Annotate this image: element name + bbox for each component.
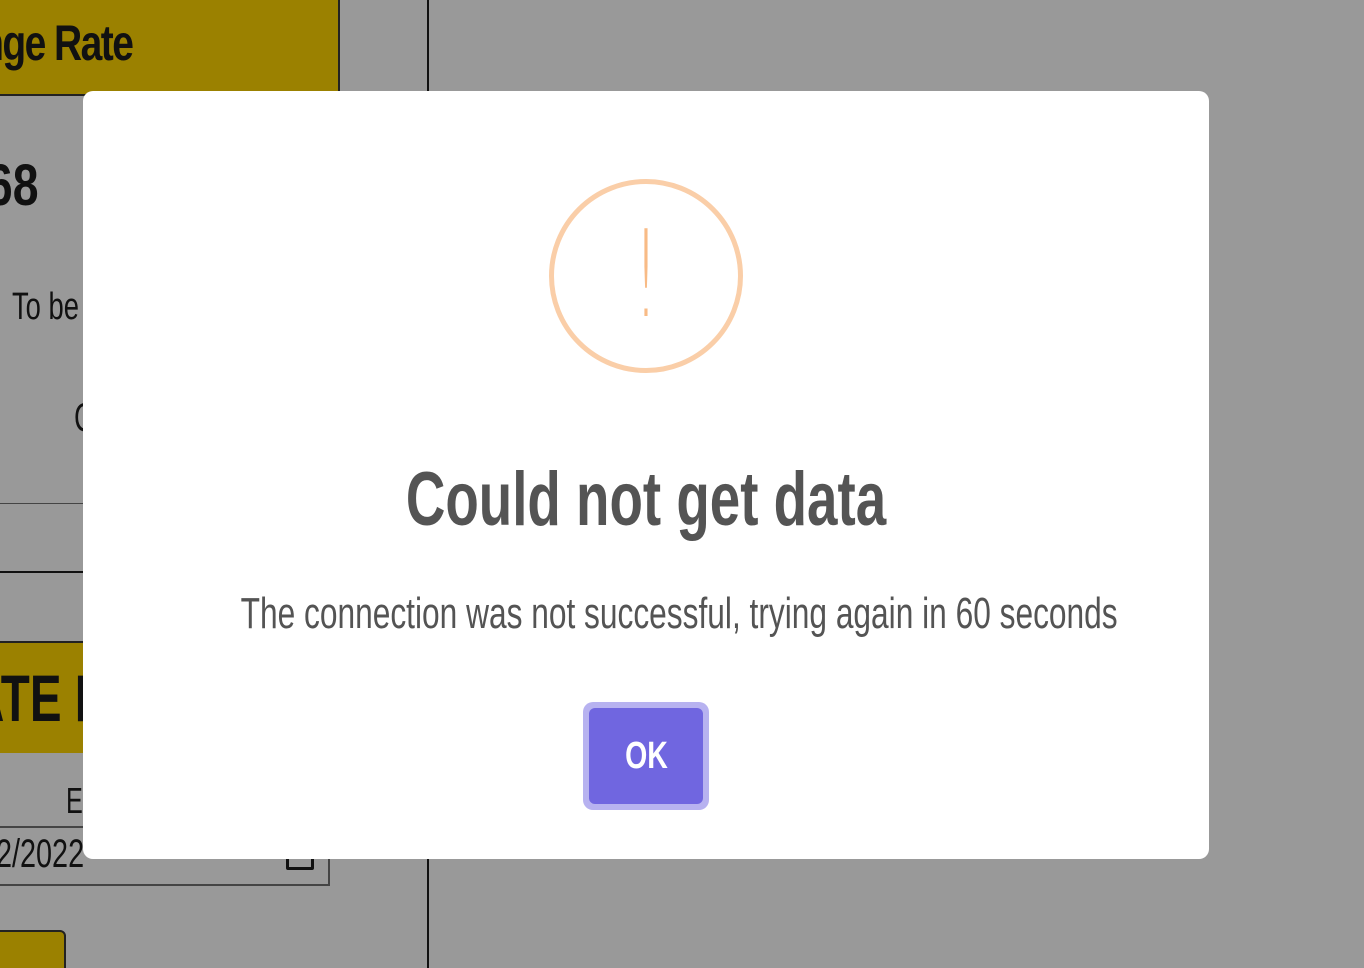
alert-dialog: ! Could not get data The connection was … bbox=[83, 91, 1209, 859]
ok-button[interactable]: OK bbox=[589, 708, 703, 804]
rate-value: .68 bbox=[0, 153, 39, 218]
exclamation-icon: ! bbox=[632, 206, 660, 345]
ok-button-focus-ring: OK bbox=[583, 702, 709, 810]
dialog-title: Could not get data bbox=[405, 457, 887, 542]
exchange-rate-title: ange Rate bbox=[0, 15, 134, 71]
date-input-value: 2/2022 bbox=[0, 832, 85, 876]
date-field-label: E bbox=[66, 780, 83, 821]
rate-caption: To be bbox=[12, 286, 79, 328]
submit-button[interactable] bbox=[0, 930, 66, 968]
divider-thin bbox=[0, 503, 90, 504]
ok-button-label: OK bbox=[624, 734, 668, 777]
warning-icon: ! bbox=[549, 179, 743, 373]
dialog-message: The connection was not successful, tryin… bbox=[240, 589, 1118, 638]
divider-thick bbox=[0, 571, 90, 573]
